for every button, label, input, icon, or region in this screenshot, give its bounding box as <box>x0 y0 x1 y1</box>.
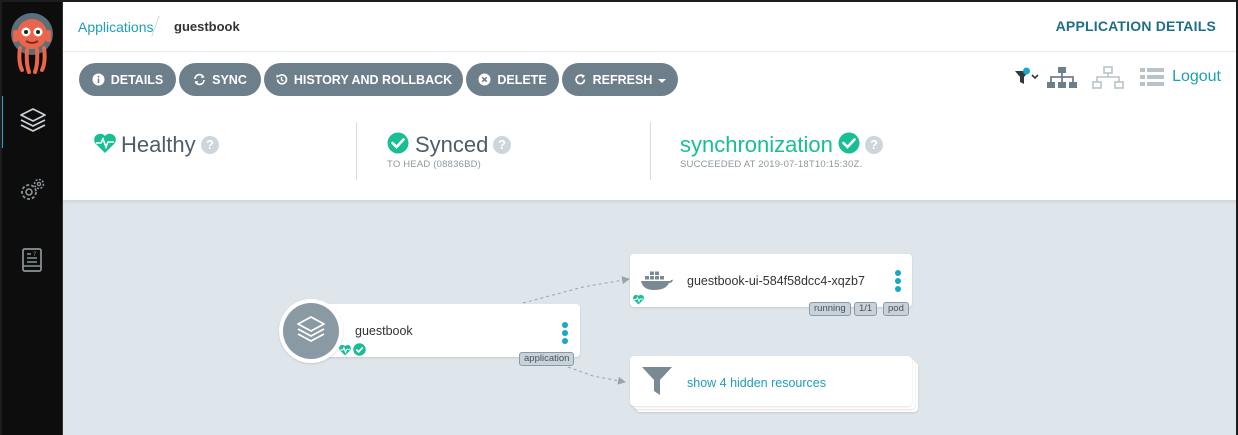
logout-link[interactable]: Logout <box>1172 68 1221 86</box>
heart-pulse-icon <box>632 292 645 310</box>
health-help-icon[interactable]: ? <box>201 136 219 154</box>
chevron-down-icon <box>658 73 667 87</box>
hidden-resources-node[interactable]: show 4 hidden resources <box>630 356 912 406</box>
app-node-name: guestbook <box>355 324 413 338</box>
details-button[interactable]: DETAILS <box>79 63 176 96</box>
toolbar: DETAILS SYNC HISTORY AND ROLLBACK DELETE… <box>63 52 1238 104</box>
app-node-icon-circle <box>279 299 366 363</box>
filter-icon[interactable] <box>1013 66 1041 93</box>
refresh-icon <box>574 73 587 86</box>
svg-text:?: ? <box>33 251 36 258</box>
details-label: DETAILS <box>110 72 164 87</box>
app-node-kind-badge: application <box>519 352 575 366</box>
sidebar-item-user-info[interactable]: ? <box>0 236 63 288</box>
layers-icon <box>17 104 49 141</box>
sync-revision: TO HEAD (08836BD) <box>387 159 482 170</box>
info-icon <box>92 73 105 86</box>
history-icon <box>275 73 288 86</box>
history-and-rollback-button[interactable]: HISTORY AND ROLLBACK <box>264 63 463 96</box>
sync-status: Synced <box>415 132 489 157</box>
check-circle-icon <box>387 132 409 159</box>
delete-button[interactable]: DELETE <box>466 63 559 96</box>
layers-icon <box>295 314 327 349</box>
sync-button[interactable]: SYNC <box>179 63 261 96</box>
operation-status: synchronization <box>680 132 833 157</box>
tree-view-icon[interactable] <box>1046 66 1078 95</box>
status-panel: Healthy ? Synced ? TO HEAD (08836BD) syn… <box>63 104 1238 200</box>
operation-timestamp: SUCCEEDED AT 2019-07-18T10:15:30Z. <box>680 159 863 170</box>
heart-pulse-icon <box>93 132 117 159</box>
pod-node-name: guestbook-ui-584f58dcc4-xqzb7 <box>687 274 865 288</box>
pod-node[interactable]: guestbook-ui-584f58dcc4-xqzb7 <box>630 254 912 307</box>
history-label: HISTORY AND ROLLBACK <box>293 72 453 87</box>
pod-status-badge: running <box>809 302 851 316</box>
show-hidden-resources-link[interactable]: show 4 hidden resources <box>687 376 826 390</box>
argo-logo[interactable] <box>9 10 55 74</box>
health-status: Healthy <box>121 132 196 157</box>
docker-icon <box>640 268 674 297</box>
breadcrumb-applications-link[interactable]: Applications <box>78 19 154 35</box>
sidebar-item-settings[interactable] <box>0 166 63 218</box>
pod-ready-badge: 1/1 <box>854 302 878 316</box>
network-view-icon[interactable] <box>1092 66 1124 95</box>
app-node-menu-icon[interactable] <box>562 322 568 346</box>
page-title: APPLICATION DETAILS <box>1055 18 1216 34</box>
status-divider <box>356 122 357 180</box>
delete-circle-icon <box>478 73 491 86</box>
list-view-icon[interactable] <box>1139 66 1165 93</box>
book-icon: ? <box>16 244 48 281</box>
sidebar: ? <box>0 0 63 435</box>
delete-label: DELETE <box>497 72 547 87</box>
funnel-icon <box>641 365 673 402</box>
sync-icon <box>193 73 206 86</box>
pod-node-menu-icon[interactable] <box>895 270 901 294</box>
operation-help-icon[interactable]: ? <box>865 136 883 154</box>
refresh-label: REFRESH <box>592 72 653 87</box>
top-bar: Applications guestbook APPLICATION DETAI… <box>63 0 1238 52</box>
sync-help-icon[interactable]: ? <box>493 136 511 154</box>
sync-label: SYNC <box>212 72 247 87</box>
sidebar-item-applications[interactable] <box>0 96 63 148</box>
resource-graph: guestbook application guestbook-ui-584f5… <box>63 200 1238 435</box>
heart-pulse-icon <box>338 343 352 361</box>
check-circle-icon <box>353 343 366 361</box>
status-divider <box>650 122 651 180</box>
gear-icon <box>16 174 48 211</box>
breadcrumb-current: guestbook <box>174 19 240 34</box>
check-circle-icon <box>838 132 860 159</box>
refresh-button[interactable]: REFRESH <box>562 63 678 96</box>
pod-kind-badge: pod <box>883 302 909 316</box>
